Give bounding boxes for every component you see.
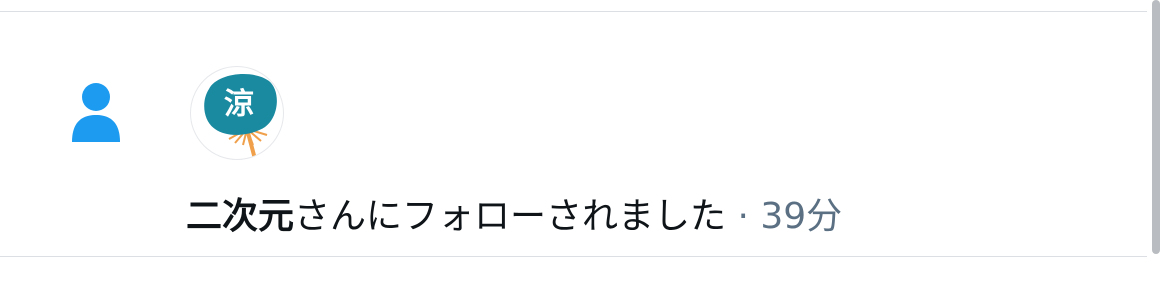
uchiwa-fan-icon: 涼	[204, 74, 277, 159]
divider-bottom	[0, 256, 1147, 257]
follow-notification[interactable]: 涼 二次元さんにフォローされました · 39分	[0, 12, 1147, 256]
avatar-glyph: 涼	[224, 87, 254, 122]
separator: ·	[726, 196, 761, 237]
user-name-link[interactable]: 二次元	[186, 196, 294, 237]
scrollbar[interactable]	[1152, 0, 1160, 254]
notification-text: 二次元さんにフォローされました · 39分	[186, 195, 842, 239]
timestamp[interactable]: 39分	[760, 196, 842, 237]
avatar[interactable]: 涼	[190, 66, 284, 160]
person-icon	[72, 83, 120, 142]
notifications-page: 涼 二次元さんにフォローされました · 39分	[0, 0, 1170, 282]
action-text: さんにフォローされました	[294, 196, 727, 237]
